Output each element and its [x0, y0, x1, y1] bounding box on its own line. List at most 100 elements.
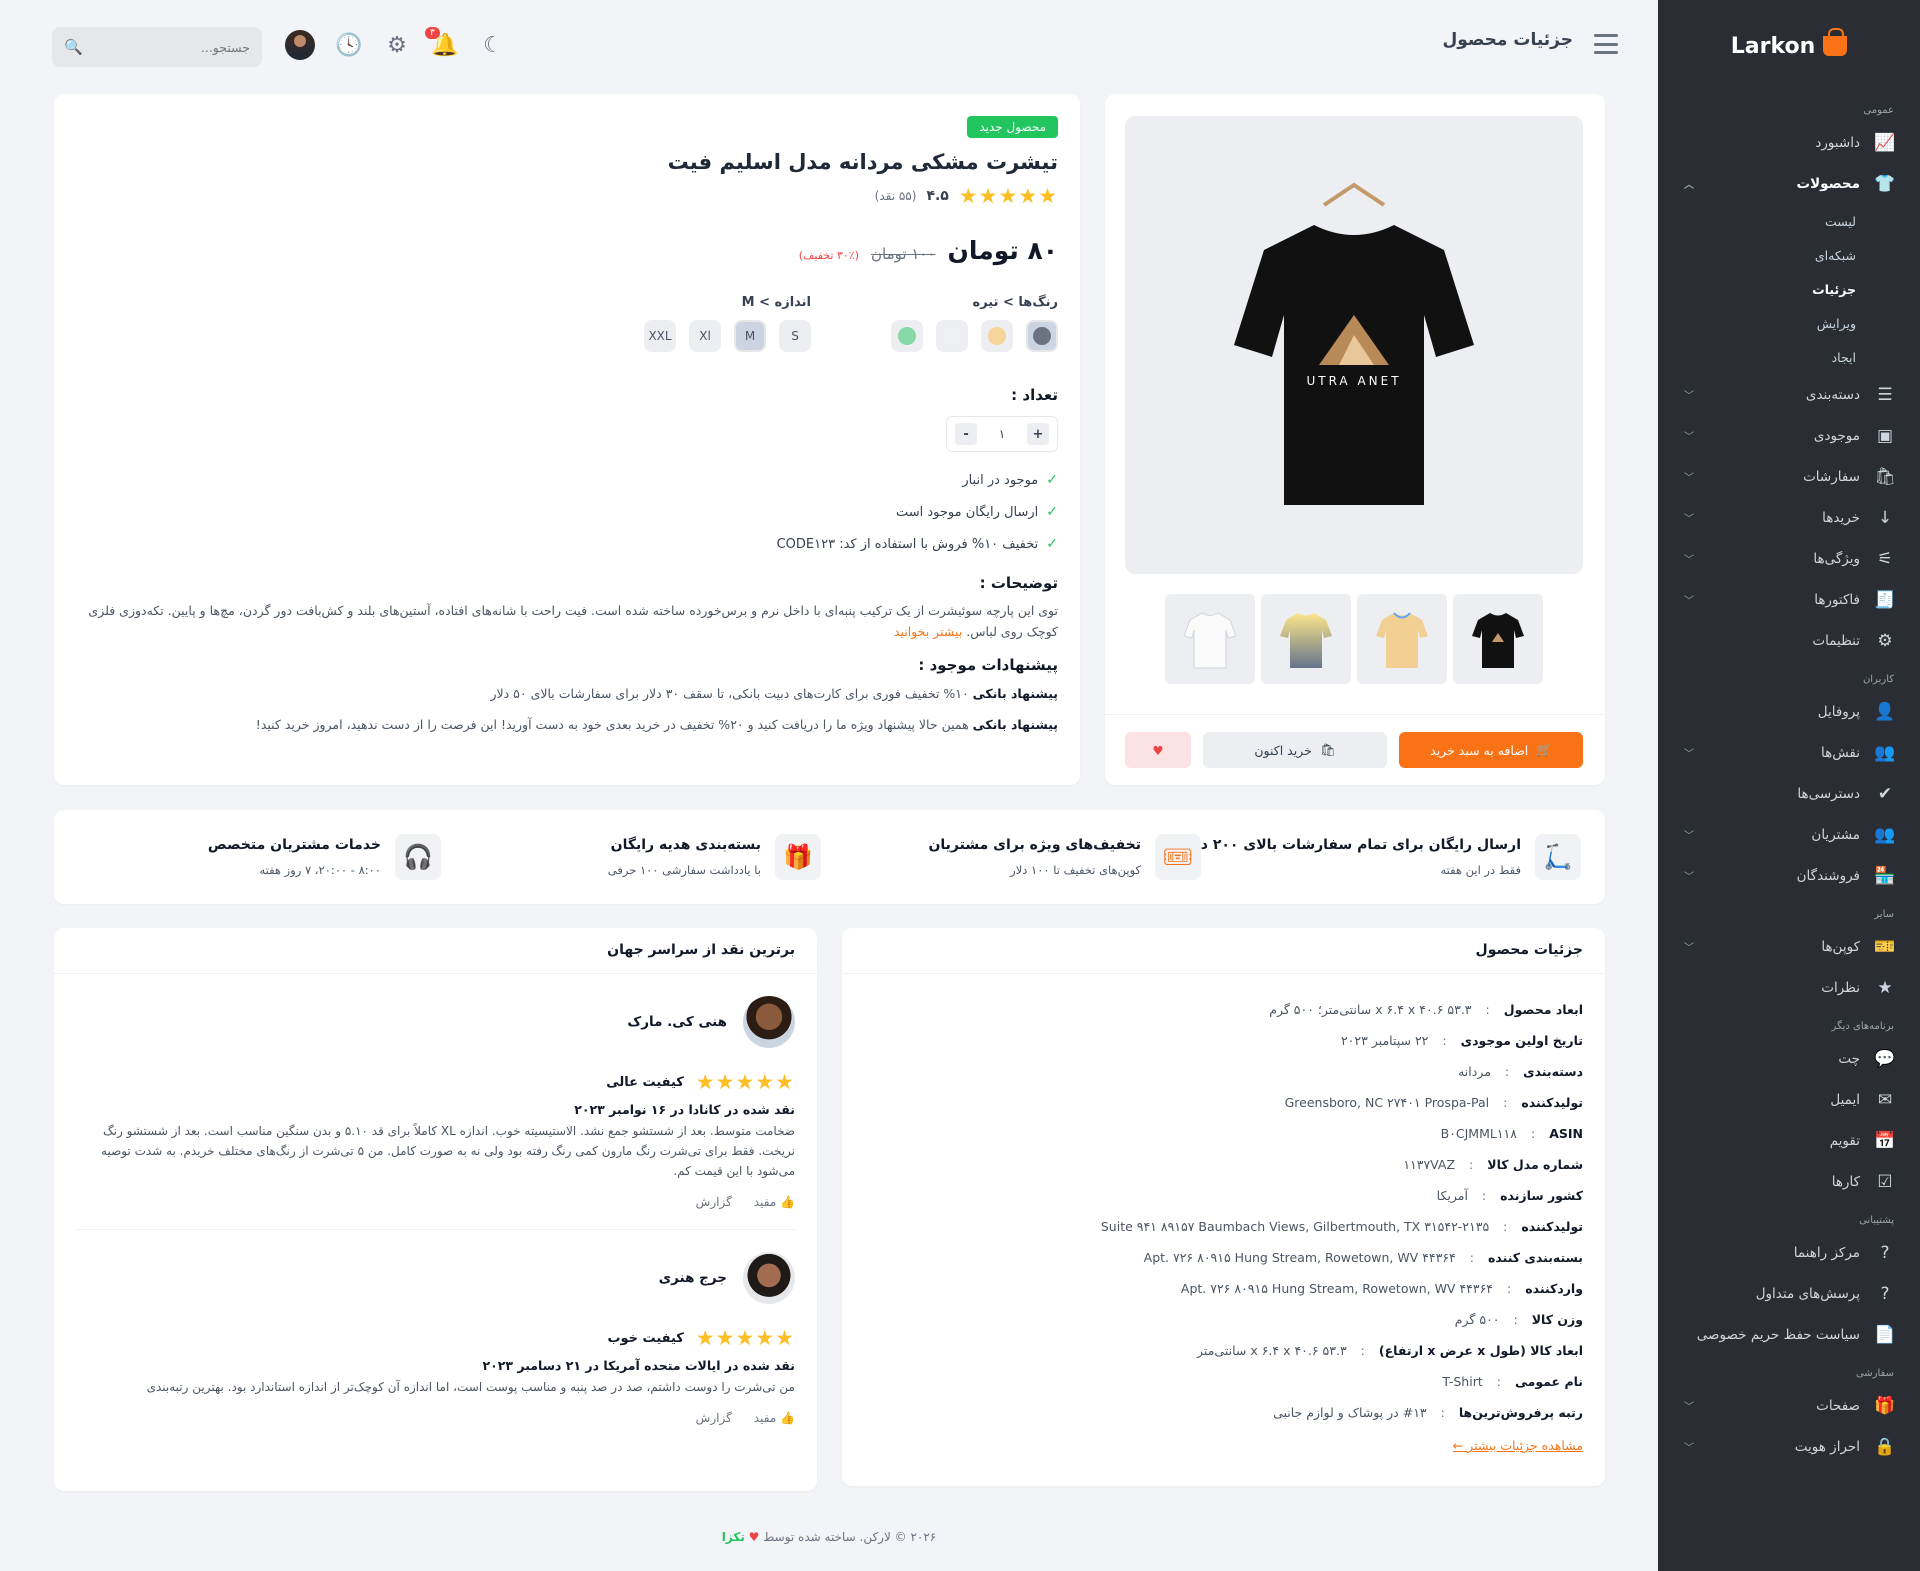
offers-title: پیشنهادات موجود :: [918, 656, 1058, 674]
feature-text: تخفیف ۱۰% فروش با استفاده از کد: CODE۱۲۳: [776, 536, 1039, 552]
review-item: هنی کی. مارک ★★★★★ کیفیت عالی نقد شده در …: [54, 974, 817, 1230]
sidebar-item-calendar[interactable]: 📅 تقویم: [1658, 1120, 1920, 1161]
sidebar-subitem-details[interactable]: جزئیات: [1658, 272, 1920, 306]
sidebar-section-users: کاربران: [1862, 674, 1894, 685]
thumbnail-black-tshirt[interactable]: [1453, 594, 1543, 684]
sidebar-section-custom: سفارشی: [1855, 1368, 1894, 1379]
sidebar-label: نقش‌ها: [1820, 744, 1860, 761]
detail-key: کشور سازنده: [1500, 1188, 1583, 1203]
review-text: من تی‌شرت را دوست داشتم، صد در صد پنبه و…: [146, 1380, 795, 1394]
size-option[interactable]: S: [779, 320, 811, 352]
feature-title: خدمات مشتریان متخصص: [207, 837, 381, 853]
discount-label: (۳۰٪ تخفیف): [798, 249, 860, 262]
size-option[interactable]: Xl: [689, 320, 721, 352]
detail-key: تولیدکننده: [1521, 1095, 1583, 1110]
sidebar-label: پرسش‌های متداول: [1755, 1285, 1860, 1302]
color-option[interactable]: [981, 320, 1013, 352]
sidebar-item-products[interactable]: 👕 محصولات ︿: [1658, 163, 1920, 204]
sidebar-item-todo[interactable]: ☑ کارها: [1658, 1161, 1920, 1202]
decrease-button[interactable]: -: [955, 423, 978, 445]
search-icon[interactable]: 🔍: [64, 38, 83, 56]
add-to-cart-button[interactable]: 🛒 اضافه به سبد خرید: [1399, 732, 1583, 768]
clock-icon[interactable]: 🕓: [335, 31, 363, 59]
detail-row: تولیدکننده: Suite ۹۴۱ ۸۹۱۵۷ Baumbach View…: [842, 1211, 1583, 1242]
read-more-link[interactable]: بیشتر بخوانید: [894, 624, 962, 639]
feature-discount-code: ✓ تخفیف ۱۰% فروش با استفاده از کد: CODE۱۲…: [76, 528, 1058, 560]
sidebar-item-auth[interactable]: 🔒 احراز هویت ﹀: [1658, 1426, 1920, 1467]
sidebar-subitem-list[interactable]: لیست: [1658, 204, 1920, 238]
product-info-card: محصول جدید تیشرت مشکی مردانه مدل اسلیم ف…: [54, 94, 1080, 785]
chevron-down-icon: ﹀: [1684, 391, 1694, 402]
hamburger-menu-icon[interactable]: [1594, 34, 1618, 54]
detail-row: شماره مدل کالا:۱۱۳۷VAZ: [842, 1149, 1583, 1180]
product-details-card: جزئیات محصول ابعاد محصول:۵۳.۳ x ۶.۴ x ۴۰…: [842, 928, 1605, 1486]
sidebar-item-roles[interactable]: 👥 نقش‌ها ﹀: [1658, 732, 1920, 773]
sidebar-section-general: عمومی: [1863, 105, 1894, 116]
view-more-details-link[interactable]: مشاهده جزئیات بیشتر ←: [842, 1428, 1605, 1453]
offer-item: پیشنهاد بانکی ۱۰% تخفیف فوری برای کارت‌ه…: [76, 686, 1058, 701]
help-circle-icon: ?: [1880, 1242, 1890, 1263]
color-option[interactable]: [1026, 320, 1058, 352]
product-main-image[interactable]: UTRA ANET: [1125, 116, 1583, 574]
detail-value: Suite ۹۴۱ ۸۹۱۵۷ Baumbach Views, Gilbertm…: [1100, 1219, 1490, 1234]
sidebar-item-faq[interactable]: ? پرسش‌های متداول: [1658, 1273, 1920, 1314]
sidebar-item-privacy[interactable]: 📄 سیاست حفظ حریم خصوصی: [1658, 1314, 1920, 1355]
sidebar-item-email[interactable]: ✉ ایمیل: [1658, 1079, 1920, 1120]
heart-icon: ♥: [1152, 742, 1164, 758]
report-link[interactable]: گزارش: [696, 1411, 732, 1425]
sidebar-item-reviews[interactable]: ★ نظرات: [1658, 967, 1920, 1008]
gear-icon[interactable]: ⚙: [383, 31, 411, 59]
bell-icon[interactable]: 🔔 ۳: [425, 27, 459, 59]
user-avatar[interactable]: [285, 30, 315, 60]
size-option[interactable]: M: [734, 320, 766, 352]
search-input[interactable]: [90, 39, 250, 55]
sidebar-subitem-grid[interactable]: شبکه‌ای: [1658, 238, 1920, 272]
detail-key: تولیدکننده: [1521, 1219, 1583, 1234]
chevron-down-icon: ﹀: [1684, 872, 1694, 883]
detail-value: آمریکا: [1436, 1188, 1468, 1203]
sidebar-item-chat[interactable]: 💬 چت: [1658, 1038, 1920, 1079]
sidebar-item-inventory[interactable]: ▣ موجودی ﹀: [1658, 415, 1920, 456]
helpful-button[interactable]: 👍 مفید: [754, 1195, 795, 1209]
color-option[interactable]: [891, 320, 923, 352]
sidebar-item-profile[interactable]: 👤 پروفایل: [1658, 691, 1920, 732]
thumbs-up-icon: 👍: [780, 1411, 795, 1425]
buy-now-button[interactable]: 🛍 خرید اکنون: [1203, 732, 1387, 768]
sidebar-item-orders[interactable]: 🛍 سفارشات ﹀: [1658, 456, 1920, 497]
sidebar-item-dashboard[interactable]: 📈 داشبورد: [1658, 122, 1920, 163]
report-link[interactable]: گزارش: [696, 1195, 732, 1209]
footer-author-link[interactable]: تکزا: [722, 1530, 745, 1544]
brand-logo[interactable]: Larkon: [1658, 0, 1920, 92]
check-circle-icon: ✔: [1877, 783, 1893, 804]
sidebar-item-settings[interactable]: ⚙ تنظیمات: [1658, 620, 1920, 661]
detail-separator: :: [1513, 1312, 1518, 1327]
sidebar-item-sellers[interactable]: 🏪 فروشندگان ﹀: [1658, 855, 1920, 896]
feature-support-card: 🎧 خدمات مشتریان متخصص ۸:۰۰ - ۲۰:۰۰، ۷ روز…: [208, 810, 441, 904]
sidebar-item-help[interactable]: ? مرکز راهنما: [1658, 1232, 1920, 1273]
sidebar-item-customers[interactable]: 👥 مشتریان ﹀: [1658, 814, 1920, 855]
chevron-down-icon: ﹀: [1684, 1402, 1694, 1413]
sidebar-subitem-create[interactable]: ایجاد: [1658, 340, 1920, 374]
helpful-button[interactable]: 👍 مفید: [754, 1411, 795, 1425]
sidebar-item-category[interactable]: ☰ دسته‌بندی ﹀: [1658, 374, 1920, 415]
thumbnail-white-tshirt[interactable]: [1165, 594, 1255, 684]
sidebar-item-attributes[interactable]: ⚟ ویژگی‌ها ﹀: [1658, 538, 1920, 579]
sidebar-item-purchases[interactable]: ↓ خریدها ﹀: [1658, 497, 1920, 538]
shop-icon: 🏪: [1874, 865, 1896, 886]
sidebar-item-invoices[interactable]: 🧾 فاکتورها ﹀: [1658, 579, 1920, 620]
wishlist-button[interactable]: ♥: [1125, 732, 1191, 768]
detail-row: بسته‌بندی کننده: Apt. ۷۲۶ ۸۰۹۱۵ Hung Stre…: [842, 1242, 1583, 1273]
thumbnail-gradient-tshirt[interactable]: [1261, 594, 1351, 684]
sidebar-subitem-edit[interactable]: ویرایش: [1658, 306, 1920, 340]
quantity-value[interactable]: ۱: [999, 427, 1005, 441]
sidebar-item-permissions[interactable]: ✔ دسترسی‌ها: [1658, 773, 1920, 814]
color-option[interactable]: [936, 320, 968, 352]
increase-button[interactable]: +: [1027, 423, 1049, 445]
sidebar-item-coupons[interactable]: 🎫 کوپن‌ها ﹀: [1658, 926, 1920, 967]
detail-key: ASIN: [1549, 1126, 1583, 1141]
moon-icon[interactable]: ☾: [479, 31, 507, 59]
sidebar-item-pages[interactable]: 🎁 صفحات ﹀: [1658, 1385, 1920, 1426]
reviewer-avatar: [743, 996, 795, 1048]
size-option[interactable]: XXL: [644, 320, 676, 352]
thumbnail-peach-tshirt[interactable]: [1357, 594, 1447, 684]
